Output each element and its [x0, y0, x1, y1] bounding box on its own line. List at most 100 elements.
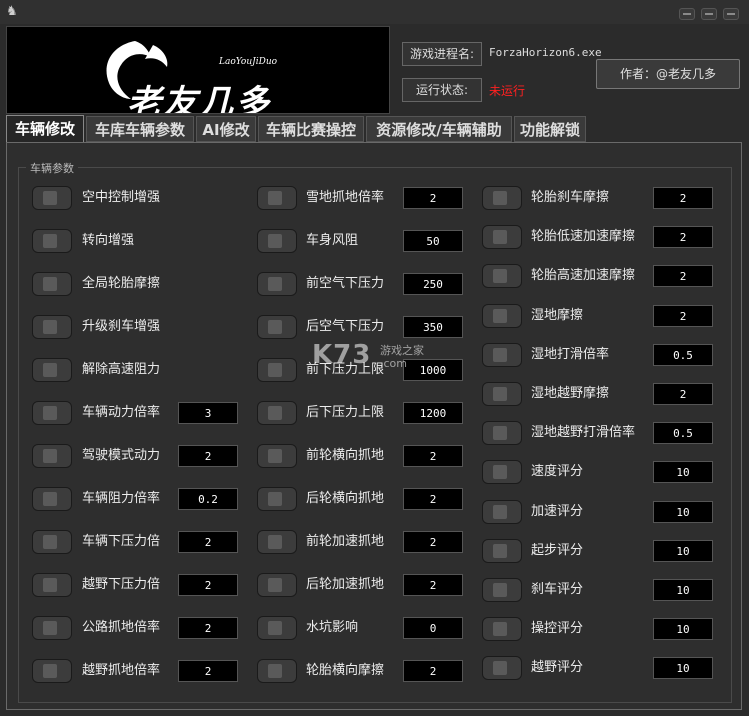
toggle-switch[interactable]	[482, 264, 522, 288]
toggle-switch[interactable]	[32, 616, 72, 640]
param-label: 解除高速阻力	[82, 362, 161, 377]
minimize-button[interactable]	[679, 8, 695, 20]
param-value-input[interactable]: 2	[403, 660, 463, 682]
param-value-input[interactable]: 2	[403, 187, 463, 209]
param-value-input[interactable]: 2	[178, 617, 238, 639]
watermark-domain: .com	[380, 357, 407, 370]
toggle-switch[interactable]	[257, 358, 297, 382]
tab-5[interactable]: 功能解锁	[514, 116, 586, 142]
toggle-switch[interactable]	[32, 573, 72, 597]
app-icon: ♞	[6, 4, 18, 19]
toggle-switch[interactable]	[482, 382, 522, 406]
param-label: 速度评分	[531, 464, 584, 479]
toggle-switch[interactable]	[482, 539, 522, 563]
param-value-input[interactable]: 2	[403, 531, 463, 553]
param-label: 转向增强	[82, 233, 135, 248]
toggle-switch[interactable]	[257, 487, 297, 511]
toggle-switch[interactable]	[482, 500, 522, 524]
toggle-switch[interactable]	[32, 530, 72, 554]
toggle-switch[interactable]	[32, 229, 72, 253]
param-label: 起步评分	[531, 543, 584, 558]
toggle-switch[interactable]	[482, 617, 522, 641]
tab-4[interactable]: 资源修改/车辆辅助	[366, 116, 512, 142]
toggle-switch[interactable]	[32, 315, 72, 339]
toggle-switch[interactable]	[482, 304, 522, 328]
param-value-input[interactable]: 2	[403, 488, 463, 510]
toggle-switch[interactable]	[482, 343, 522, 367]
param-label: 后轮横向抓地	[306, 491, 385, 506]
param-value-input[interactable]: 10	[653, 501, 713, 523]
toggle-switch[interactable]	[257, 659, 297, 683]
param-label: 车辆动力倍率	[82, 405, 161, 420]
param-value-input[interactable]: 350	[403, 316, 463, 338]
toggle-switch[interactable]	[32, 444, 72, 468]
param-label: 越野抓地倍率	[82, 663, 161, 678]
param-value-input[interactable]: 2	[403, 445, 463, 467]
param-value-input[interactable]: 10	[653, 657, 713, 679]
param-value-input[interactable]: 2	[178, 531, 238, 553]
toggle-switch[interactable]	[257, 444, 297, 468]
toggle-switch[interactable]	[257, 573, 297, 597]
toggle-switch[interactable]	[482, 186, 522, 210]
tab-3[interactable]: 车辆比赛操控	[258, 116, 364, 142]
param-value-input[interactable]: 10	[653, 461, 713, 483]
toggle-switch[interactable]	[482, 578, 522, 602]
param-label: 轮胎低速加速摩擦	[531, 229, 636, 244]
param-value-input[interactable]: 1000	[403, 359, 463, 381]
param-value-input[interactable]: 10	[653, 579, 713, 601]
param-value-input[interactable]: 3	[178, 402, 238, 424]
param-label: 空中控制增强	[82, 190, 161, 205]
param-value-input[interactable]: 0.5	[653, 422, 713, 444]
param-value-input[interactable]: 0.2	[178, 488, 238, 510]
tab-2[interactable]: AI修改	[196, 116, 256, 142]
toggle-switch[interactable]	[257, 272, 297, 296]
param-value-input[interactable]: 2	[653, 383, 713, 405]
param-value-input[interactable]: 2	[653, 187, 713, 209]
toggle-switch[interactable]	[257, 616, 297, 640]
param-label: 水坑影响	[306, 620, 359, 635]
toggle-switch[interactable]	[32, 186, 72, 210]
toggle-switch[interactable]	[257, 315, 297, 339]
toggle-switch[interactable]	[32, 487, 72, 511]
param-label: 前轮加速抓地	[306, 534, 385, 549]
toggle-switch[interactable]	[482, 656, 522, 680]
param-label: 刹车评分	[531, 582, 584, 597]
maximize-button[interactable]	[701, 8, 717, 20]
toggle-switch[interactable]	[257, 186, 297, 210]
toggle-switch[interactable]	[257, 401, 297, 425]
param-value-input[interactable]: 1200	[403, 402, 463, 424]
toggle-switch[interactable]	[32, 659, 72, 683]
param-value-input[interactable]: 10	[653, 540, 713, 562]
param-label: 湿地打滑倍率	[531, 347, 610, 362]
toggle-switch[interactable]	[32, 358, 72, 382]
toggle-switch[interactable]	[482, 225, 522, 249]
toggle-switch[interactable]	[32, 272, 72, 296]
toggle-switch[interactable]	[257, 229, 297, 253]
param-value-input[interactable]: 2	[653, 305, 713, 327]
param-value-input[interactable]: 250	[403, 273, 463, 295]
param-value-input[interactable]: 2	[178, 445, 238, 467]
param-value-input[interactable]: 0	[403, 617, 463, 639]
tab-0[interactable]: 车辆修改	[6, 115, 84, 143]
param-label: 车辆阻力倍率	[82, 491, 161, 506]
param-value-input[interactable]: 2	[653, 265, 713, 287]
toggle-switch[interactable]	[482, 460, 522, 484]
param-value-input[interactable]: 2	[403, 574, 463, 596]
author-button[interactable]: 作者：@老友几多	[596, 59, 740, 89]
param-value-input[interactable]: 2	[178, 660, 238, 682]
toggle-switch[interactable]	[257, 530, 297, 554]
toggle-switch[interactable]	[482, 421, 522, 445]
param-value-input[interactable]: 2	[178, 574, 238, 596]
param-value-input[interactable]: 50	[403, 230, 463, 252]
param-label: 车身风阻	[306, 233, 359, 248]
tab-1[interactable]: 车库车辆参数	[86, 116, 194, 142]
param-value-input[interactable]: 0.5	[653, 344, 713, 366]
logo-banner: LaoYouJiDuo 老友几多	[6, 26, 390, 114]
logo-subtext: LaoYouJiDuo	[219, 57, 278, 67]
param-label: 湿地越野打滑倍率	[531, 425, 636, 440]
param-value-input[interactable]: 10	[653, 618, 713, 640]
close-button[interactable]	[723, 8, 739, 20]
param-value-input[interactable]: 2	[653, 226, 713, 248]
process-value: ForzaHorizon6.exe	[489, 46, 602, 59]
toggle-switch[interactable]	[32, 401, 72, 425]
